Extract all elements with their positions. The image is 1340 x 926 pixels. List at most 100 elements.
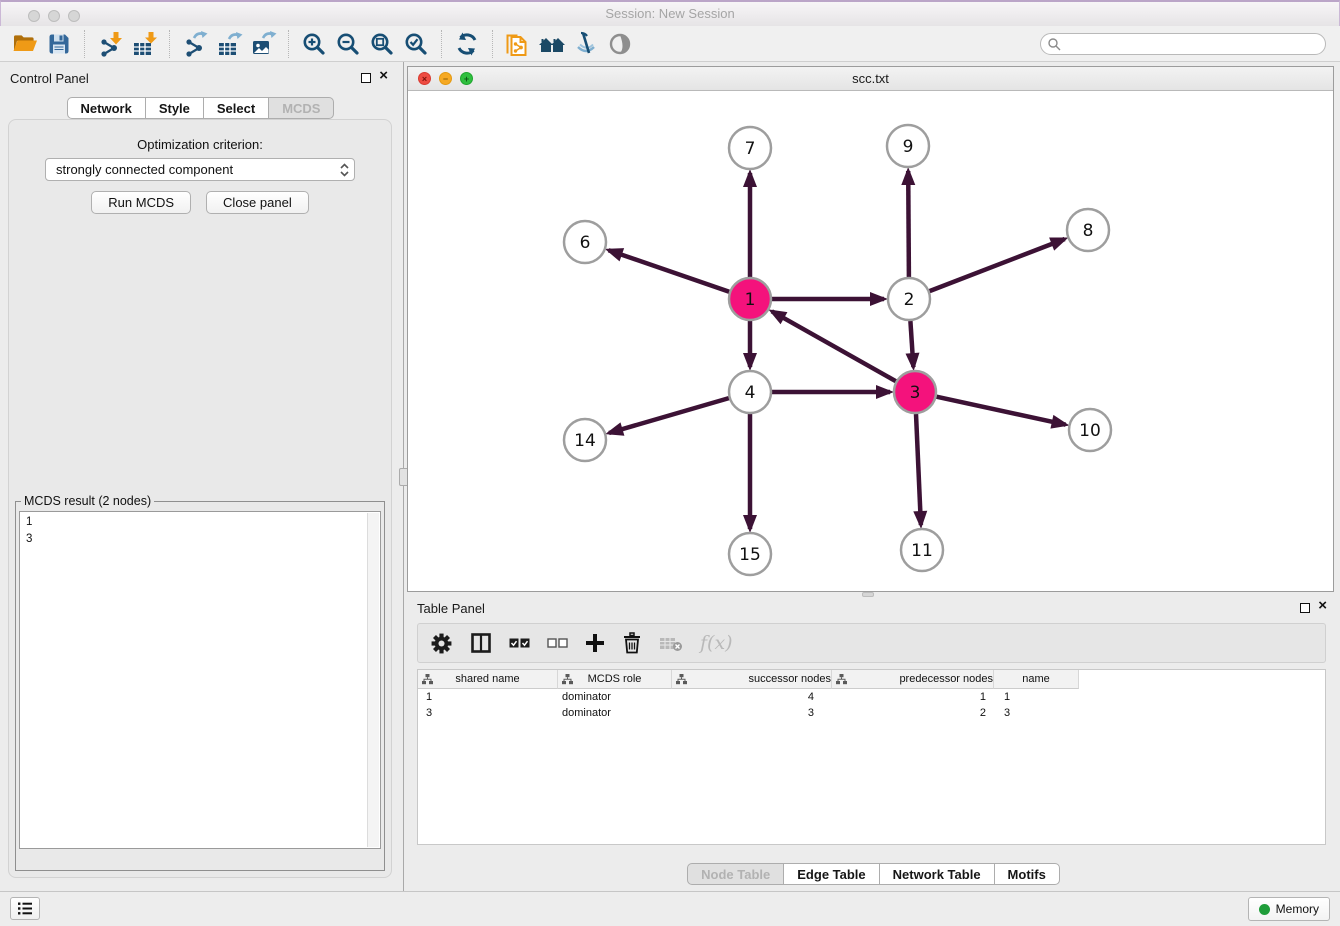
zoom-in-icon[interactable] [299, 28, 329, 60]
graph-node-2[interactable]: 2 [888, 278, 930, 320]
close-panel-button[interactable]: Close panel [206, 191, 309, 214]
graph-node-10[interactable]: 10 [1069, 409, 1111, 451]
cell-name[interactable]: 1 [994, 689, 1079, 705]
svg-text:6: 6 [580, 233, 591, 253]
network-graph[interactable]: 1 2 3 4 6 7 8 9 10 11 14 15 [408, 91, 1333, 592]
cell-predecessor-nodes[interactable]: 2 [832, 705, 994, 721]
export-network-icon[interactable] [180, 28, 210, 60]
criterion-selected-value: strongly connected component [46, 162, 334, 177]
zoom-selected-icon[interactable] [401, 28, 431, 60]
new-network-from-file-icon[interactable] [503, 28, 533, 60]
tab-node-table[interactable]: Node Table [687, 863, 784, 885]
tab-style[interactable]: Style [145, 97, 204, 119]
save-icon[interactable] [44, 28, 74, 60]
memory-label: Memory [1276, 902, 1319, 916]
graph-edge-2-9[interactable] [908, 171, 909, 277]
hierarchy-icon [562, 674, 573, 685]
column-header-successor-nodes[interactable]: successor nodes [672, 670, 832, 689]
show-graphics-details-icon[interactable] [605, 28, 635, 60]
mcds-result-group: MCDS result (2 nodes) 1 3 [15, 494, 385, 871]
deselect-all-checks-icon[interactable] [547, 636, 568, 650]
open-file-icon[interactable] [10, 28, 40, 60]
float-panel-icon[interactable] [361, 73, 371, 83]
column-header-name[interactable]: name [994, 670, 1079, 689]
task-history-button[interactable] [10, 897, 40, 920]
graph-node-9[interactable]: 9 [887, 125, 929, 167]
graph-node-15[interactable]: 15 [729, 533, 771, 575]
graph-node-8[interactable]: 8 [1067, 209, 1109, 251]
column-header-predecessor-nodes[interactable]: predecessor nodes [832, 670, 994, 689]
cell-successor-nodes[interactable]: 3 [672, 705, 832, 721]
zoom-out-icon[interactable] [333, 28, 363, 60]
cell-mcds-role[interactable]: dominator [558, 705, 672, 721]
result-scrollbar[interactable] [367, 513, 379, 847]
cell-successor-nodes[interactable]: 4 [672, 689, 832, 705]
cell-predecessor-nodes[interactable]: 1 [832, 689, 994, 705]
graph-node-3[interactable]: 3 [894, 371, 936, 413]
close-panel-icon[interactable]: × [379, 67, 388, 85]
svg-text:7: 7 [745, 139, 756, 159]
graph-edge-1-6[interactable] [609, 250, 730, 292]
import-network-icon[interactable] [95, 28, 125, 60]
import-table-icon[interactable] [129, 28, 159, 60]
network-window-titlebar[interactable]: × − + scc.txt [408, 67, 1333, 91]
column-header-mcds-role[interactable]: MCDS role [558, 670, 672, 689]
delete-table-disabled-icon [659, 634, 683, 652]
export-table-icon[interactable] [214, 28, 244, 60]
table-row[interactable]: 1 dominator 4 1 1 [418, 689, 1325, 705]
tab-motifs[interactable]: Motifs [994, 863, 1060, 885]
memory-button[interactable]: Memory [1248, 897, 1330, 921]
delete-column-icon[interactable] [622, 632, 642, 654]
toolbar-divider [169, 30, 170, 58]
mcds-result-text[interactable]: 1 3 [19, 511, 381, 849]
graph-edge-3-11[interactable] [916, 414, 921, 525]
tab-mcds[interactable]: MCDS [268, 97, 334, 119]
graph-node-7[interactable]: 7 [729, 127, 771, 169]
search-box[interactable] [1040, 33, 1326, 55]
control-panel-title: Control Panel [10, 71, 89, 86]
tab-network-table[interactable]: Network Table [879, 863, 995, 885]
hide-graphics-details-icon[interactable] [571, 28, 601, 60]
svg-text:15: 15 [739, 545, 761, 565]
select-all-checks-icon[interactable] [509, 636, 530, 650]
table-row[interactable]: 3 dominator 3 2 3 [418, 705, 1325, 721]
close-table-panel-icon[interactable]: × [1318, 597, 1327, 615]
hierarchy-icon [676, 674, 687, 685]
layout-home-icon[interactable] [537, 28, 567, 60]
graph-edge-3-1[interactable] [772, 311, 896, 381]
refresh-icon[interactable] [452, 28, 482, 60]
run-mcds-button[interactable]: Run MCDS [91, 191, 191, 214]
graph-node-6[interactable]: 6 [564, 221, 606, 263]
tab-select[interactable]: Select [203, 97, 269, 119]
graph-node-11[interactable]: 11 [901, 529, 943, 571]
settings-gear-icon[interactable] [430, 632, 453, 655]
cell-mcds-role[interactable]: dominator [558, 689, 672, 705]
graph-node-4[interactable]: 4 [729, 371, 771, 413]
search-input[interactable] [1062, 36, 1325, 52]
export-image-icon[interactable] [248, 28, 278, 60]
control-panel-tabs: Network Style Select MCDS [0, 97, 401, 119]
table-panel: Table Panel × [407, 597, 1340, 892]
function-builder-disabled-icon: f(x) [700, 632, 733, 654]
cell-shared-name[interactable]: 3 [418, 705, 558, 721]
tab-edge-table[interactable]: Edge Table [783, 863, 879, 885]
svg-text:1: 1 [745, 290, 756, 310]
column-header-shared-name[interactable]: shared name [418, 670, 558, 689]
zoom-fit-icon[interactable] [367, 28, 397, 60]
table-header-row: shared name MCDS role successor nodes pr… [418, 670, 1325, 689]
float-table-panel-icon[interactable] [1300, 603, 1310, 613]
graph-edge-4-14[interactable] [609, 398, 729, 433]
graph-edge-3-10[interactable] [937, 397, 1066, 425]
tab-network[interactable]: Network [67, 97, 146, 119]
show-column-icon[interactable] [470, 632, 492, 654]
cell-name[interactable]: 3 [994, 705, 1079, 721]
add-column-icon[interactable] [585, 633, 605, 653]
graph-edge-2-3[interactable] [910, 321, 913, 367]
network-canvas[interactable]: 1 2 3 4 6 7 8 9 10 11 14 15 [408, 91, 1333, 591]
cell-shared-name[interactable]: 1 [418, 689, 558, 705]
graph-node-1[interactable]: 1 [729, 278, 771, 320]
graph-edge-2-8[interactable] [930, 239, 1065, 291]
hierarchy-icon [836, 674, 847, 685]
criterion-select[interactable]: strongly connected component [45, 158, 355, 181]
graph-node-14[interactable]: 14 [564, 419, 606, 461]
